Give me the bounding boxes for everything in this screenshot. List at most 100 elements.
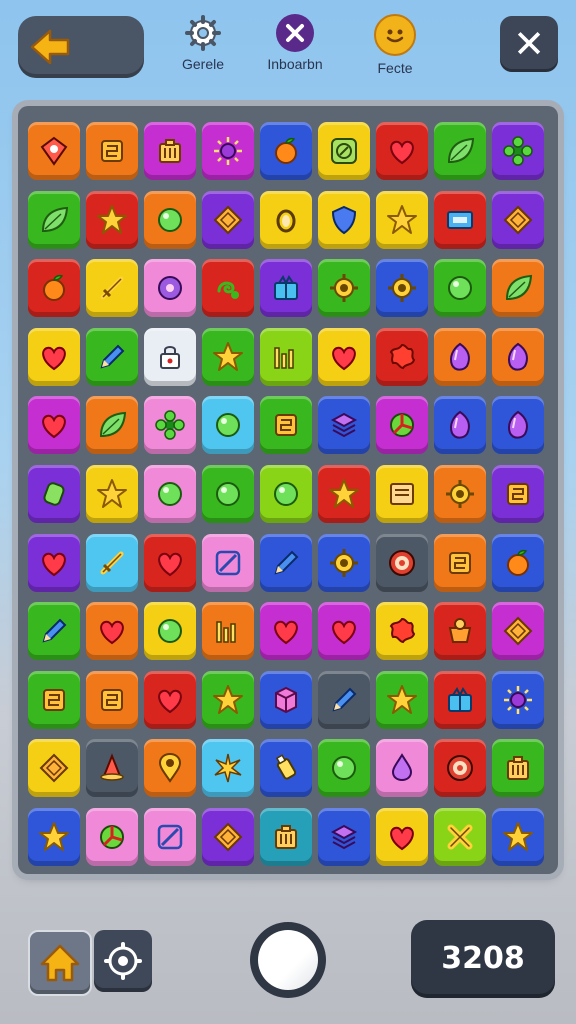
tile-gear[interactable] [376, 259, 428, 318]
tile-box[interactable] [144, 122, 196, 180]
tile-gem[interactable] [492, 327, 544, 386]
tile-target[interactable] [434, 739, 486, 798]
tile-heart[interactable] [144, 533, 196, 592]
tile-box[interactable] [492, 739, 544, 798]
tile-bars[interactable] [202, 602, 254, 661]
tile-heart[interactable] [28, 533, 80, 592]
tile-gift[interactable] [260, 259, 312, 318]
tile-heart[interactable] [318, 602, 370, 661]
tile-orb[interactable] [144, 190, 196, 249]
tile-gem[interactable] [434, 327, 486, 386]
tile-leaf[interactable] [492, 259, 544, 318]
tile-gear[interactable] [434, 465, 486, 523]
tile-stack[interactable] [318, 396, 370, 455]
tile-orb[interactable] [260, 465, 312, 523]
tile-leaf[interactable] [434, 122, 486, 180]
tile-star[interactable] [202, 670, 254, 729]
tile-pencil[interactable] [28, 602, 80, 661]
tile-sun[interactable] [202, 122, 254, 180]
tile-orb[interactable] [202, 465, 254, 523]
tile-orb[interactable] [434, 259, 486, 318]
tile-cube[interactable] [260, 670, 312, 729]
tile-heart[interactable] [376, 122, 428, 180]
tile-diamond[interactable] [28, 739, 80, 798]
tile-pencil[interactable] [260, 533, 312, 592]
tile-square-rune[interactable] [86, 122, 138, 180]
tile-heart[interactable] [86, 602, 138, 661]
tile-shield[interactable] [318, 190, 370, 249]
tile-compass[interactable] [318, 122, 370, 180]
tile-square-rune[interactable] [492, 465, 544, 523]
tile-diamond[interactable] [492, 190, 544, 249]
tile-orb[interactable] [202, 396, 254, 455]
tile-diamond[interactable] [202, 808, 254, 866]
tile-splat[interactable] [376, 327, 428, 386]
tile-gear[interactable] [318, 533, 370, 592]
tile-slash[interactable] [144, 808, 196, 866]
tile-star[interactable] [376, 670, 428, 729]
tile-square-rune[interactable] [28, 670, 80, 729]
tile-donut[interactable] [144, 259, 196, 318]
tile-sword[interactable] [86, 533, 138, 592]
tile-pot[interactable] [434, 602, 486, 661]
tile-rectangle[interactable] [434, 190, 486, 249]
tile-splat[interactable] [376, 602, 428, 661]
settings-button[interactable] [94, 930, 152, 992]
tile-box[interactable] [260, 808, 312, 866]
tile-drop[interactable] [376, 739, 428, 798]
tile-square-rune[interactable] [260, 396, 312, 455]
tile-spark[interactable] [202, 739, 254, 798]
tile-star[interactable] [492, 808, 544, 866]
tile-square-rune[interactable] [434, 533, 486, 592]
tile-swirl[interactable] [202, 259, 254, 318]
tile-diamond[interactable] [202, 190, 254, 249]
tile-sword[interactable] [86, 259, 138, 318]
tile-bars[interactable] [260, 327, 312, 386]
action-button[interactable] [250, 922, 326, 998]
tile-heart[interactable] [376, 808, 428, 866]
tile-gift[interactable] [434, 670, 486, 729]
tile-fruit[interactable] [260, 122, 312, 180]
tile-gem[interactable] [492, 396, 544, 455]
tile-fruit[interactable] [28, 259, 80, 318]
tile-gem[interactable] [434, 396, 486, 455]
tile-star[interactable] [376, 190, 428, 249]
tile-flower[interactable] [492, 122, 544, 180]
tile-pencil[interactable] [86, 327, 138, 386]
tile-flower[interactable] [144, 396, 196, 455]
tile-heart[interactable] [318, 327, 370, 386]
close-button[interactable]: ✕ [500, 16, 558, 72]
tile-book[interactable] [376, 465, 428, 523]
tile-heart[interactable] [260, 602, 312, 661]
tile-star[interactable] [86, 465, 138, 523]
tile-orb[interactable] [144, 465, 196, 523]
tile-orb[interactable] [144, 602, 196, 661]
tile-lock[interactable] [144, 327, 196, 386]
tile-heart[interactable] [144, 670, 196, 729]
tile-leaf[interactable] [28, 190, 80, 249]
tile-cross[interactable] [434, 808, 486, 866]
tile-stack[interactable] [318, 808, 370, 866]
tile-fruit[interactable] [492, 533, 544, 592]
tile-sun[interactable] [492, 670, 544, 729]
tile-cylinder[interactable] [28, 465, 80, 523]
tile-pizza[interactable] [376, 396, 428, 455]
tile-heart[interactable] [28, 396, 80, 455]
tile-star[interactable] [202, 327, 254, 386]
tile-diamond[interactable] [492, 602, 544, 661]
tile-star[interactable] [28, 808, 80, 866]
tile-heart[interactable] [28, 327, 80, 386]
tile-square-rune[interactable] [86, 670, 138, 729]
fecte-menu-item[interactable]: Fecte [340, 14, 450, 76]
home-button[interactable] [28, 930, 92, 996]
tile-pin[interactable] [144, 739, 196, 798]
tile-gear[interactable] [318, 259, 370, 318]
tile-ring[interactable] [260, 190, 312, 249]
tile-star[interactable] [86, 190, 138, 249]
tile-slash[interactable] [202, 533, 254, 592]
tile-bottle[interactable] [260, 739, 312, 798]
tile-red-badge[interactable] [28, 122, 80, 180]
tile-target[interactable] [376, 533, 428, 592]
tile-pencil[interactable] [318, 670, 370, 729]
tile-star[interactable] [318, 465, 370, 523]
